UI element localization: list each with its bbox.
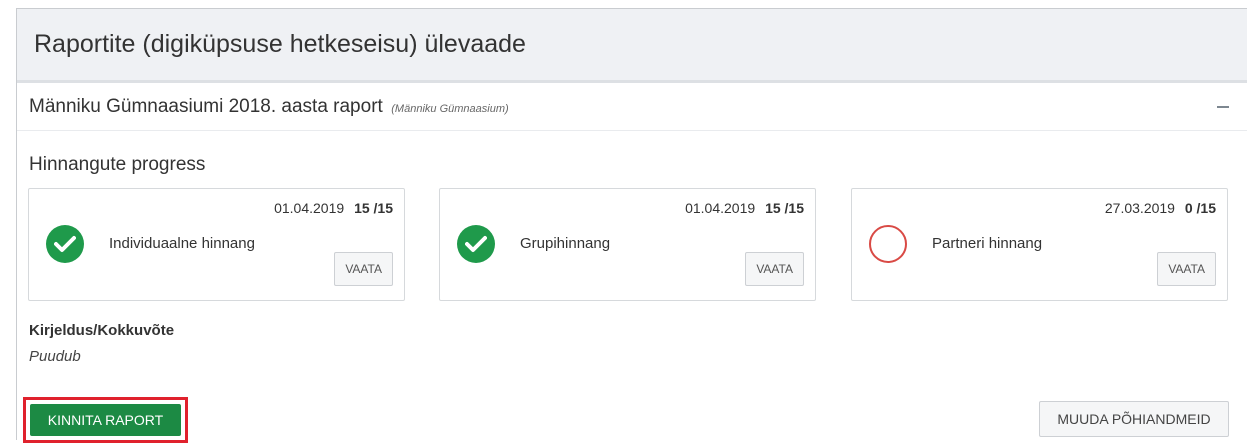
description-value: Puudub: [29, 348, 81, 365]
progress-card-partner: 27.03.2019 0 /15 Partneri hinnang VAATA: [851, 188, 1228, 301]
card-count: 15 /15: [354, 200, 393, 216]
report-school: (Männiku Gümnaasium): [391, 102, 509, 115]
report-panel: Männiku Gümnaasiumi 2018. aasta raport (…: [17, 80, 1247, 443]
report-heading: Männiku Gümnaasiumi 2018. aasta raport (…: [29, 96, 509, 118]
description-label: Kirjeldus/Kokkuvõte: [29, 322, 175, 339]
confirm-report-button[interactable]: KINNITA RAPORT: [30, 404, 181, 436]
progress-section-title: Hinnangute progress: [29, 154, 206, 175]
card-date: 01.04.2019: [274, 200, 345, 216]
check-circle-icon: [46, 225, 84, 263]
card-date: 01.04.2019: [685, 200, 756, 216]
check-circle-icon: [457, 225, 495, 263]
view-button[interactable]: VAATA: [1157, 252, 1216, 286]
card-label: Grupihinnang: [520, 235, 611, 252]
card-label: Individuaalne hinnang: [109, 235, 255, 252]
card-meta: 01.04.2019 15 /15: [274, 200, 393, 216]
card-count: 15 /15: [765, 200, 804, 216]
report-panel-header[interactable]: Männiku Gümnaasiumi 2018. aasta raport (…: [17, 83, 1247, 131]
card-count: 0 /15: [1184, 200, 1216, 216]
progress-card-individual: 01.04.2019 15 /15 Individuaalne hinnang …: [28, 188, 405, 301]
edit-basic-data-button[interactable]: MUUDA PÕHIANDMEID: [1039, 401, 1229, 437]
page-title: Raportite (digiküpsuse hetkeseisu) üleva…: [17, 9, 1247, 80]
progress-card-group: 01.04.2019 15 /15 Grupihinnang VAATA: [439, 188, 816, 301]
report-title: Männiku Gümnaasiumi 2018. aasta raport: [29, 95, 383, 117]
minus-icon[interactable]: [1217, 105, 1229, 108]
card-meta: 01.04.2019 15 /15: [685, 200, 804, 216]
highlight-frame: KINNITA RAPORT: [23, 397, 188, 443]
empty-circle-icon: [869, 225, 907, 263]
report-overview-container: Raportite (digiküpsuse hetkeseisu) üleva…: [16, 8, 1247, 443]
view-button[interactable]: VAATA: [334, 252, 393, 286]
view-button[interactable]: VAATA: [745, 252, 804, 286]
card-meta: 27.03.2019 0 /15: [1105, 200, 1216, 216]
card-date: 27.03.2019: [1104, 200, 1175, 216]
card-label: Partneri hinnang: [932, 235, 1043, 252]
